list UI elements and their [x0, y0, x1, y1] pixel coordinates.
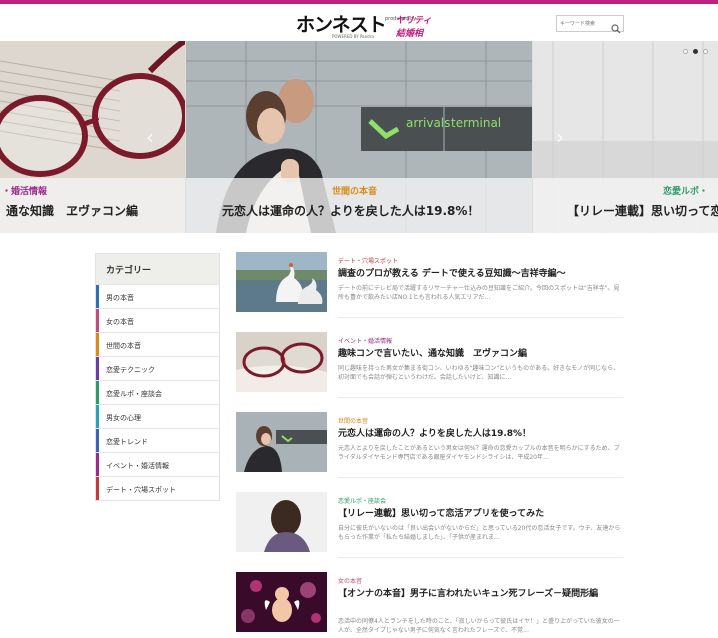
slide-title[interactable]: 【リレー連載】思い切って恋 [567, 202, 718, 219]
sidebar-item-renai-technique[interactable]: 恋愛テクニック [96, 356, 219, 380]
article-description: 同じ趣味を持った男女が集まる街コン、いわゆる"趣味コン"というものがある。好きな… [338, 365, 620, 381]
slider-prev-arrow[interactable]: ‹ [146, 125, 154, 149]
article-thumbnail[interactable] [236, 492, 327, 552]
slider-dot-active[interactable] [693, 49, 698, 54]
sidebar-item-seken-no-honne[interactable]: 世間の本音 [96, 332, 219, 356]
slider-next-arrow[interactable]: › [556, 125, 564, 149]
slide-category: 恋愛ルポ・ [663, 187, 709, 197]
sidebar-item-renai-trend[interactable]: 恋愛トレンド [96, 428, 219, 452]
article-divider [338, 477, 623, 478]
sidebar-item-danjo-shinri[interactable]: 男女の心理 [96, 404, 219, 428]
slider-dot[interactable] [703, 49, 708, 54]
sidebar-item-otoko-no-honne[interactable]: 男の本音 [96, 284, 219, 308]
article-title[interactable]: 趣味コンで言いたい、通な知識 ヱヴァコン編 [338, 348, 623, 361]
slide-title[interactable]: 通な知識 ヱヴァコン編 [6, 202, 138, 219]
logo-powered-by: POWERED BY Pandra [332, 34, 374, 39]
swan-boat-image [236, 252, 327, 312]
article-title[interactable]: 【オンナの本音】男子に言われたいキュン死フレーズ－疑問形編 [338, 588, 623, 601]
cupid-image [236, 572, 327, 632]
article-item[interactable]: イベント・婚活情報 趣味コンで言いたい、通な知識 ヱヴァコン編 同じ趣味を持った… [236, 330, 624, 400]
glasses-book-image [236, 332, 327, 392]
article-category[interactable]: デート・穴場スポット [338, 256, 398, 265]
article-divider [338, 397, 623, 398]
article-item[interactable]: 女の本音 【オンナの本音】男子に言われたいキュン死フレーズ－疑問形編 恋活中の同… [236, 570, 624, 638]
article-description: デートの前にテレビ局で活躍するリサーチャー仕込みの豆知識をご紹介。今回のスポット… [338, 285, 620, 301]
article-description: 恋活中の同僚4人とランチをした時のこと、「寂しいからって彼氏はイヤ！」と盛り上が… [338, 618, 620, 634]
sidebar-item-date-spot[interactable]: デート・穴場スポット [96, 476, 219, 500]
search-input[interactable] [560, 18, 608, 30]
slide-title[interactable]: 元恋人は運命の人？よりを戻した人は19.8%！ [222, 202, 479, 219]
search-icon[interactable] [611, 19, 621, 34]
slide-caption: 恋愛ルポ・ 【リレー連載】思い切って恋 [533, 178, 718, 233]
slider-dot[interactable] [683, 49, 688, 54]
sidebar-item-event-konkatsu[interactable]: イベント・婚活情報 [96, 452, 219, 476]
slide-category: 世間の本音 [332, 187, 378, 197]
article-category[interactable]: イベント・婚活情報 [338, 336, 392, 345]
article-thumbnail[interactable] [236, 572, 327, 632]
article-thumbnail[interactable] [236, 332, 327, 392]
search-box [556, 15, 624, 34]
svg-text:arrivals: arrivals [406, 116, 450, 130]
article-item[interactable]: デート・穴場スポット 調査のプロが教える デートで使える豆知識〜吉祥寺編〜 デー… [236, 250, 624, 320]
svg-text:terminal: terminal [451, 116, 501, 130]
article-category[interactable]: 女の本音 [338, 576, 362, 585]
slide-left[interactable]: ・婚活情報 通な知識 ヱヴァコン編 [0, 41, 185, 233]
article-item[interactable]: 恋愛ルポ・座談会 【リレー連載】思い切って恋活アプリを使ってみた 自分に彼氏がい… [236, 490, 624, 560]
article-title[interactable]: 元恋人は運命の人？よりを戻した人は19.8%！ [338, 428, 623, 441]
sidebar-title: カテゴリー [96, 254, 219, 284]
slide-caption: 世間の本音 元恋人は運命の人？よりを戻した人は19.8%！ [186, 178, 532, 233]
slide-center[interactable]: arrivals terminal 世間の本音 元恋人は運命の人？よりを戻した人… [186, 41, 532, 233]
article-thumbnail[interactable] [236, 412, 327, 472]
article-thumbnail[interactable] [236, 252, 327, 312]
site-logo[interactable]: ホンネスト produced by ヤリティ結婚相 POWERED BY Pan… [296, 10, 436, 39]
article-divider [338, 317, 623, 318]
logo-main-text: ホンネスト [296, 14, 387, 36]
woman-phone-image [236, 492, 327, 552]
category-sidebar: カテゴリー 男の本音 女の本音 世間の本音 恋愛テクニック 恋愛ルポ・座談会 男… [95, 253, 220, 501]
article-title[interactable]: 【リレー連載】思い切って恋活アプリを使ってみた [338, 508, 623, 521]
article-category[interactable]: 恋愛ルポ・座談会 [338, 496, 386, 505]
article-description: 自分に彼氏がいないのは「良い出会いがないからだ」と思っている20代の恋活女子です… [338, 525, 621, 541]
article-title[interactable]: 調査のプロが教える デートで使える豆知識〜吉祥寺編〜 [338, 268, 623, 281]
article-description: 元恋人とよりを戻したことがあるという男女は何%？運命の恋愛カップルの本音を明らか… [338, 445, 620, 461]
article-item[interactable]: 世間の本音 元恋人は運命の人？よりを戻した人は19.8%！ 元恋人とよりを戻した… [236, 410, 624, 480]
sidebar-item-renai-repo[interactable]: 恋愛ルポ・座談会 [96, 380, 219, 404]
article-category[interactable]: 世間の本音 [338, 416, 368, 425]
slider-dots [683, 49, 717, 55]
site-header: ホンネスト produced by ヤリティ結婚相 POWERED BY Pan… [0, 4, 718, 40]
article-divider [338, 557, 623, 558]
slide-caption: ・婚活情報 通な知識 ヱヴァコン編 [0, 178, 185, 233]
couple-hug-image [236, 412, 327, 472]
logo-brand-text: ヤリティ結婚相 [396, 16, 432, 39]
sidebar-item-onna-no-honne[interactable]: 女の本音 [96, 308, 219, 332]
featured-slider: ・婚活情報 通な知識 ヱヴァコン編 arrivals terminal 世間の本… [0, 41, 718, 233]
slide-category: ・婚活情報 [2, 187, 48, 197]
